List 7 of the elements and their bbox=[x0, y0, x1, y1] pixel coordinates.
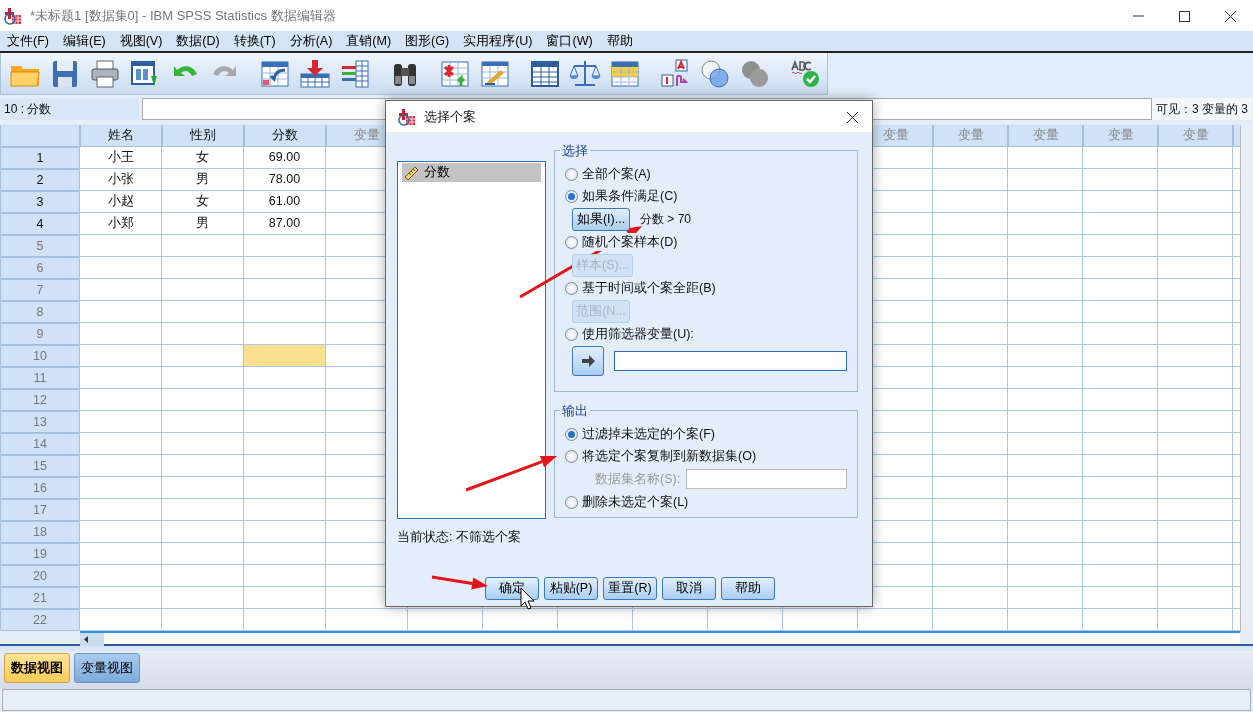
field-label: 数据集名称(S): bbox=[595, 470, 681, 488]
condition-text: 分数 > 70 bbox=[640, 211, 692, 228]
status-text: 当前状态: 不筛选个案 bbox=[397, 529, 522, 546]
dialog-title: 选择个案 bbox=[424, 107, 477, 126]
window-title: *未标题1 [数据集0] - IBM SPSS Statistics 数据编辑器 bbox=[30, 6, 337, 25]
visible-variables-label: 可见：3 变量的 3 bbox=[1152, 98, 1252, 120]
cell-name-label: 10 : 分数 bbox=[0, 98, 139, 120]
